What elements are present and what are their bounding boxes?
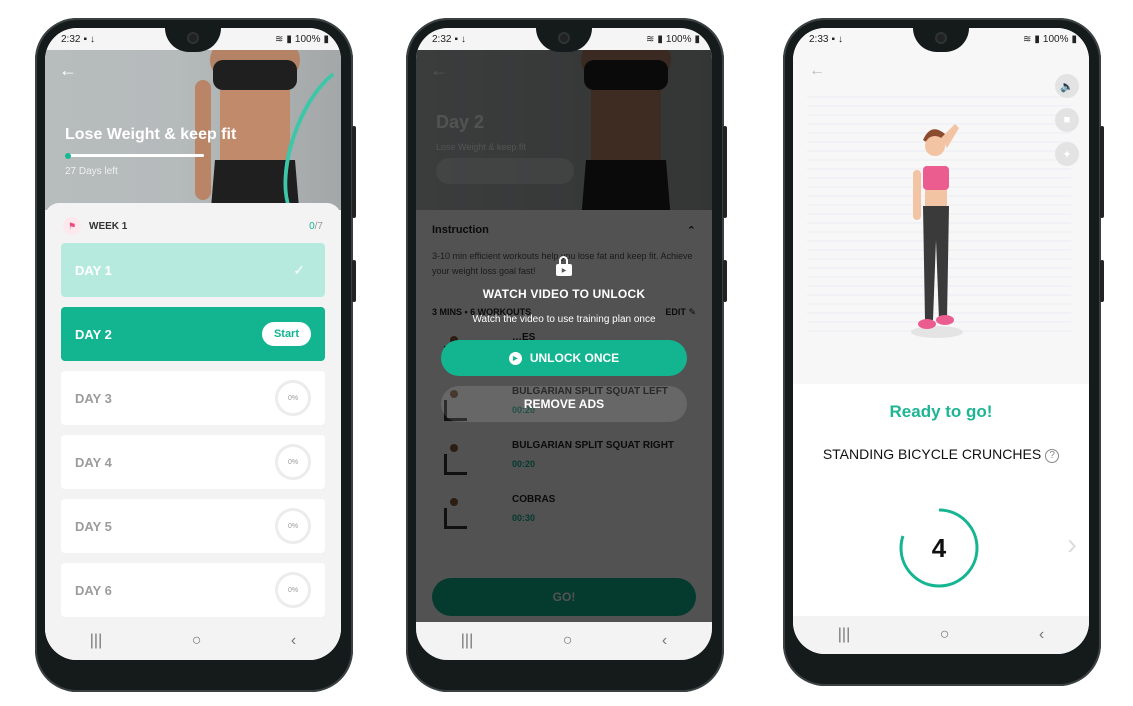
dialog-message: Watch the video to use training plan onc… (472, 314, 656, 325)
battery-level: 100% (665, 33, 692, 45)
volume-button (1100, 126, 1104, 218)
countdown-number: 4 (931, 532, 947, 563)
image-icon: ▪ (454, 33, 459, 45)
day-label: DAY 3 (75, 390, 112, 406)
recents-button[interactable]: ||| (838, 626, 850, 644)
image-icon: ▪ (831, 33, 836, 45)
tip-bulb-icon[interactable]: ✦ (1055, 142, 1079, 166)
play-icon: ▶ (508, 351, 522, 365)
day-label: DAY 6 (75, 582, 112, 598)
countdown-timer[interactable]: 4 (897, 506, 981, 590)
day-progress-ring: 0% (275, 444, 311, 480)
day-item[interactable]: DAY 1 ✓ (61, 243, 325, 297)
unlock-dialog: ▶ WATCH VIDEO TO UNLOCK Watch the video … (416, 256, 712, 422)
power-button (352, 260, 356, 302)
status-time: 2:32 (432, 33, 452, 45)
back-button[interactable]: ‹ (1039, 626, 1044, 644)
wifi-icon: ≋ (1023, 33, 1032, 45)
unlock-once-button[interactable]: ▶ UNLOCK ONCE (441, 340, 687, 376)
volume-button (723, 126, 727, 218)
day-list: DAY 1 ✓ DAY 2 Start DAY 3 0% DAY 4 0% DA… (61, 243, 325, 657)
status-time: 2:33 (809, 33, 829, 45)
days-left: 27 Days left (65, 166, 118, 177)
week-label: WEEK 1 (89, 220, 128, 232)
phone-plan-overview: 2:32 ▪ ↓ ≋ ▮ 100% ▮ ← Lose Weight & keep fit … (35, 18, 356, 692)
exercise-title: STANDING BICYCLE CRUNCHES? (793, 446, 1089, 463)
system-nav-bar: ||| ○ ‹ (416, 622, 712, 660)
day-label: DAY 2 (75, 326, 112, 342)
battery-icon: ▮ (323, 33, 329, 45)
day-item[interactable]: DAY 4 0% (61, 435, 325, 489)
system-nav-bar: ||| ○ ‹ (45, 622, 341, 660)
dialog-title: WATCH VIDEO TO UNLOCK (482, 287, 646, 301)
unlock-icon: ▶ (556, 256, 572, 276)
volume-button (352, 126, 356, 218)
week-header: ⚑ WEEK 1 0/7 (63, 216, 323, 236)
home-button[interactable]: ○ (940, 626, 950, 644)
remove-ads-button[interactable]: REMOVE ADS (441, 386, 687, 422)
plan-progress-bar (65, 152, 204, 159)
day-progress-ring: 0% (275, 572, 311, 608)
sound-icon[interactable]: 🔈 (1055, 74, 1079, 98)
day-item[interactable]: DAY 3 0% (61, 371, 325, 425)
video-icon[interactable]: ■ (1055, 108, 1079, 132)
plan-title: Lose Weight & keep fit (65, 126, 237, 143)
day-label: DAY 5 (75, 518, 112, 534)
download-icon: ↓ (838, 33, 844, 45)
screen: 2:32 ▪ ↓ ≋ ▮ 100% ▮ ← Lose Weight & keep fit … (45, 28, 341, 660)
day-progress-ring: 0% (275, 380, 311, 416)
exercise-animation: ← 🔈 ■ ✦ (793, 50, 1089, 384)
check-icon: ✓ (293, 261, 305, 278)
download-icon: ↓ (90, 33, 96, 45)
day-item[interactable]: DAY 6 0% (61, 563, 325, 617)
help-icon[interactable]: ? (1045, 449, 1060, 463)
battery-level: 100% (294, 33, 321, 45)
unlock-once-label: UNLOCK ONCE (529, 351, 620, 365)
start-button[interactable]: Start (261, 322, 311, 346)
day-label: DAY 1 (75, 262, 112, 278)
phone-ready-screen: 2:33 ▪ ↓ ≋ ▮ 100% ▮ ← 🔈 ■ ✦ Ready to go!… (783, 18, 1104, 686)
image-icon: ▪ (83, 33, 88, 45)
battery-icon: ▮ (1071, 33, 1077, 45)
wifi-icon: ≋ (275, 33, 284, 45)
battery-icon: ▮ (694, 33, 700, 45)
screen: 2:33 ▪ ↓ ≋ ▮ 100% ▮ ← 🔈 ■ ✦ Ready to go!… (793, 28, 1089, 654)
signal-icon: ▮ (657, 33, 663, 45)
side-controls: 🔈 ■ ✦ (1055, 74, 1079, 166)
home-button[interactable]: ○ (563, 632, 573, 650)
download-icon: ↓ (461, 33, 467, 45)
exercise-illustration (911, 124, 963, 338)
power-button (1100, 260, 1104, 302)
day-item[interactable]: DAY 5 0% (61, 499, 325, 553)
screen: 2:32▪↓ ≋▮100%▮ ← Day 2 Lose Weight & kee… (416, 28, 712, 660)
recents-button[interactable]: ||| (90, 632, 102, 650)
signal-icon: ▮ (286, 33, 292, 45)
back-button[interactable]: ‹ (291, 632, 296, 650)
signal-icon: ▮ (1034, 33, 1040, 45)
day-progress-ring: 0% (275, 508, 311, 544)
ready-label: Ready to go! (889, 402, 993, 421)
battery-level: 100% (1042, 33, 1069, 45)
back-arrow-icon[interactable]: ← (59, 60, 77, 81)
back-button[interactable]: ‹ (662, 632, 667, 650)
home-button[interactable]: ○ (192, 632, 202, 650)
recents-button[interactable]: ||| (461, 632, 473, 650)
plan-card: ⚑ WEEK 1 0/7 DAY 1 ✓ DAY 2 Start DAY 3 0… (45, 203, 341, 660)
back-arrow-icon[interactable]: ← (809, 62, 825, 80)
week-progress: 0/7 (309, 220, 323, 232)
status-time: 2:32 (61, 33, 81, 45)
day-label: DAY 4 (75, 454, 112, 470)
power-button (723, 260, 727, 302)
next-arrow-icon[interactable]: › (1067, 528, 1077, 562)
phone-unlock-dialog: 2:32▪↓ ≋▮100%▮ ← Day 2 Lose Weight & kee… (406, 18, 727, 692)
wifi-icon: ≋ (646, 33, 655, 45)
system-nav-bar: ||| ○ ‹ (793, 616, 1089, 654)
day-item[interactable]: DAY 2 Start (61, 307, 325, 361)
flag-icon: ⚑ (63, 217, 81, 235)
